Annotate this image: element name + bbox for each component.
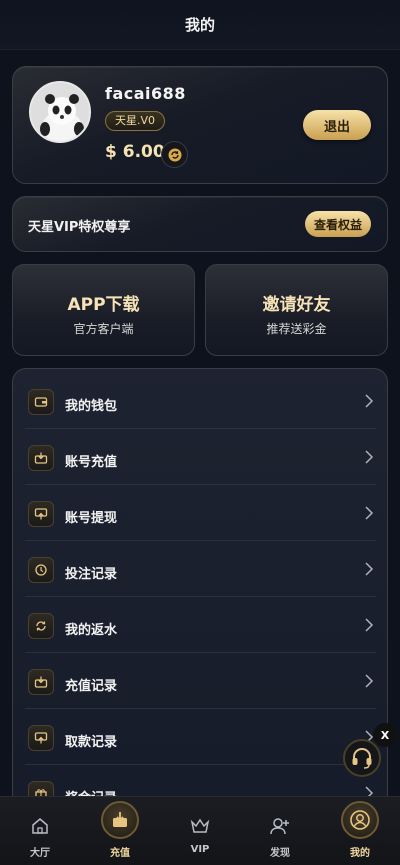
refresh-balance-button[interactable] — [161, 141, 188, 168]
panda-avatar-icon — [31, 83, 89, 141]
menu-label: 取款记录 — [65, 735, 118, 750]
tab-label: 发现 — [270, 848, 290, 859]
menu-item-withdraw-records[interactable]: 取款记录 — [25, 709, 376, 765]
deposit-tab-icon — [101, 801, 139, 839]
tab-lobby[interactable]: 大厅 — [0, 797, 80, 865]
withdraw-record-icon — [28, 725, 54, 751]
tab-label: VIP — [190, 844, 210, 855]
vip-text: 天星VIP特权尊享 — [28, 220, 131, 235]
avatar[interactable] — [29, 81, 91, 143]
menu-label: 我的返水 — [65, 623, 118, 638]
bottom-tab-bar: 大厅 充值 VIP 发现 我的 — [0, 796, 400, 865]
customer-service-button[interactable] — [343, 739, 381, 777]
chevron-right-icon — [365, 450, 374, 464]
chevron-right-icon — [365, 618, 374, 632]
close-customer-service-button[interactable]: X — [373, 723, 397, 747]
invite-friends-tile[interactable]: 邀请好友 推荐送彩金 — [205, 264, 388, 356]
account-menu: 我的钱包 账号充值 账号提现 投注记录 我的返水 充值记录 取款记录 — [12, 368, 388, 848]
headset-icon — [352, 748, 372, 769]
crown-icon — [190, 818, 210, 833]
refresh-icon — [168, 148, 181, 161]
logout-button[interactable]: 退出 — [303, 110, 371, 140]
menu-label: 账号充值 — [65, 455, 118, 470]
tab-label: 我的 — [350, 848, 370, 859]
menu-label: 投注记录 — [65, 567, 118, 582]
home-icon — [32, 818, 48, 834]
promo-title: APP下载 — [67, 295, 140, 315]
view-benefits-button[interactable]: 查看权益 — [305, 211, 371, 237]
level-badge: 天星.V0 — [105, 111, 166, 131]
top-bar: 我的 — [0, 0, 400, 50]
profile-card: facai688 天星.V0 $ 6.00 退出 — [12, 66, 388, 184]
withdraw-icon — [28, 501, 54, 527]
username: facai688 — [105, 84, 186, 103]
promo-subtitle: 推荐送彩金 — [266, 322, 327, 336]
menu-item-deposit[interactable]: 账号充值 — [25, 429, 376, 485]
rebate-icon — [28, 613, 54, 639]
menu-item-rebate[interactable]: 我的返水 — [25, 597, 376, 653]
tab-discover[interactable]: 发现 — [240, 797, 320, 865]
menu-item-wallet[interactable]: 我的钱包 — [25, 373, 376, 429]
chevron-right-icon — [365, 562, 374, 576]
menu-label: 账号提现 — [65, 511, 118, 526]
tab-label: 充值 — [110, 848, 130, 859]
balance-amount: $ 6.00 — [105, 142, 165, 162]
menu-label: 我的钱包 — [65, 399, 118, 414]
menu-item-deposit-records[interactable]: 充值记录 — [25, 653, 376, 709]
promo-subtitle: 官方客户端 — [73, 322, 134, 336]
tab-deposit[interactable]: 充值 — [80, 797, 160, 865]
deposit-icon — [28, 445, 54, 471]
tab-label: 大厅 — [30, 848, 50, 859]
menu-label: 充值记录 — [65, 679, 118, 694]
add-friend-icon — [270, 818, 289, 835]
wallet-icon — [28, 389, 54, 415]
chevron-right-icon — [365, 394, 374, 408]
menu-item-withdraw[interactable]: 账号提现 — [25, 485, 376, 541]
app-download-tile[interactable]: APP下载 官方客户端 — [12, 264, 195, 356]
user-icon — [341, 801, 379, 839]
page-title: 我的 — [184, 16, 215, 34]
vip-banner: 天星VIP特权尊享 查看权益 — [12, 196, 388, 252]
chevron-right-icon — [365, 674, 374, 688]
promo-title: 邀请好友 — [262, 295, 331, 315]
chevron-right-icon — [365, 506, 374, 520]
tab-vip[interactable]: VIP — [160, 797, 240, 865]
menu-item-bet-records[interactable]: 投注记录 — [25, 541, 376, 597]
bet-record-icon — [28, 557, 54, 583]
tab-mine[interactable]: 我的 — [320, 797, 400, 865]
deposit-record-icon — [28, 669, 54, 695]
